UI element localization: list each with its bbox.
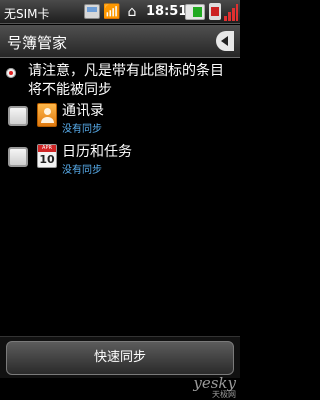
watermark-logo: yesky 天极网 [193,374,236,400]
sms-icon [84,4,100,19]
no-sync-marker-icon [6,68,16,78]
bottom-bar: 快速同步 [0,336,240,378]
contacts-checkbox[interactable] [8,106,28,126]
status-bar: 无SIM卡 📶 ⌂ 18:51 [0,0,240,24]
notice-text: 请注意，凡是带有此图标的条目将不能被同步 [28,63,224,98]
contacts-status: 没有同步 [62,124,102,135]
battery-icon [185,4,205,20]
carrier-label: 无SIM卡 [4,7,50,21]
calendar-label: 日历和任务 [62,144,132,160]
sync-item-contacts[interactable]: 通讯录 没有同步 [0,100,240,140]
calendar-icon-day: 10 [39,153,55,166]
page-title: 号簿管家 [7,34,68,52]
calendar-checkbox[interactable] [8,147,28,167]
app-header: 号簿管家 [0,25,240,58]
signal-icon [224,3,238,21]
calendar-icon: APR 10 [37,144,57,168]
calendar-status: 没有同步 [62,165,102,176]
back-arrow-icon[interactable] [216,31,234,51]
contacts-label: 通讯录 [62,103,104,119]
sd-card-icon [209,3,221,20]
quick-sync-button[interactable]: 快速同步 [6,341,234,375]
contacts-icon [37,103,57,127]
sync-item-calendar[interactable]: APR 10 日历和任务 没有同步 [0,141,240,181]
home-icon[interactable]: ⌂ [124,3,140,21]
wifi-icon: 📶 [103,4,121,20]
clock: 18:51 [146,4,188,19]
calendar-icon-month: APR [38,145,56,152]
